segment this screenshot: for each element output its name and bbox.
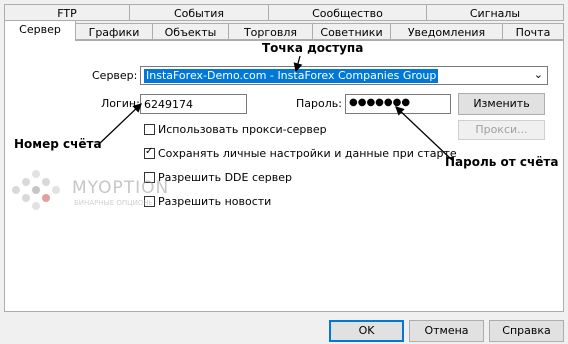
annotation-account-password: Пароль от счёта (445, 155, 559, 169)
save-settings-checkbox-label: Сохранять личные настройки и данные при … (158, 147, 457, 160)
tab-community[interactable]: Сообщество (268, 4, 427, 21)
login-value: 6249174 (144, 98, 193, 111)
password-label: Пароль: (296, 97, 342, 110)
proxy-checkbox[interactable] (144, 124, 155, 135)
news-checkbox-label: Разрешить новости (158, 195, 272, 208)
cancel-button[interactable]: Отмена (409, 320, 484, 342)
tab-objects[interactable]: Объекты (152, 23, 229, 40)
tab-signals[interactable]: Сигналы (426, 4, 564, 21)
annotation-access-point: Точка доступа (262, 41, 364, 55)
checkmark-icon: ✓ (145, 146, 154, 157)
tab-events[interactable]: События (129, 4, 269, 21)
login-field[interactable]: 6249174 (140, 94, 247, 114)
annotation-account-number: Номер счёта (14, 137, 102, 151)
ok-button[interactable]: OK (329, 320, 404, 342)
server-select[interactable]: InstaForex-Demo.com - InstaForex Compani… (140, 66, 548, 85)
server-label: Сервер: (92, 69, 138, 82)
change-button[interactable]: Изменить (458, 93, 545, 115)
logo-brand: MYOPTION (72, 178, 170, 198)
password-field[interactable]: ●●●●●●● (345, 94, 451, 114)
tab-charts[interactable]: Графики (75, 23, 153, 40)
save-settings-checkbox[interactable]: ✓ (144, 146, 155, 159)
dde-checkbox-label: Разрешить DDE сервер (158, 171, 292, 184)
server-value: InstaForex-Demo.com - InstaForex Compani… (144, 69, 439, 83)
tab-server[interactable]: Сервер (4, 20, 76, 41)
login-label: Логин: (101, 97, 140, 110)
tab-notifications[interactable]: Уведомления (390, 23, 503, 40)
tab-ftp[interactable]: FTP (4, 4, 130, 21)
myoption-logo: MYOPTION БИНАРНЫЕ ОПЦИОНЫ (10, 168, 168, 214)
tab-experts[interactable]: Советники (312, 23, 391, 40)
logo-tagline: БИНАРНЫЕ ОПЦИОНЫ (74, 199, 152, 207)
help-button[interactable]: Справка (489, 320, 564, 342)
tab-mail[interactable]: Почта (502, 23, 564, 40)
tab-trade[interactable]: Торговля (228, 23, 313, 40)
password-value: ●●●●●●● (349, 97, 411, 108)
proxy-checkbox-label: Использовать прокси-сервер (158, 123, 327, 136)
logo-dots-icon (12, 170, 60, 210)
proxy-button[interactable]: Прокси... (458, 120, 545, 140)
chevron-down-icon: ⌄ (533, 68, 543, 81)
